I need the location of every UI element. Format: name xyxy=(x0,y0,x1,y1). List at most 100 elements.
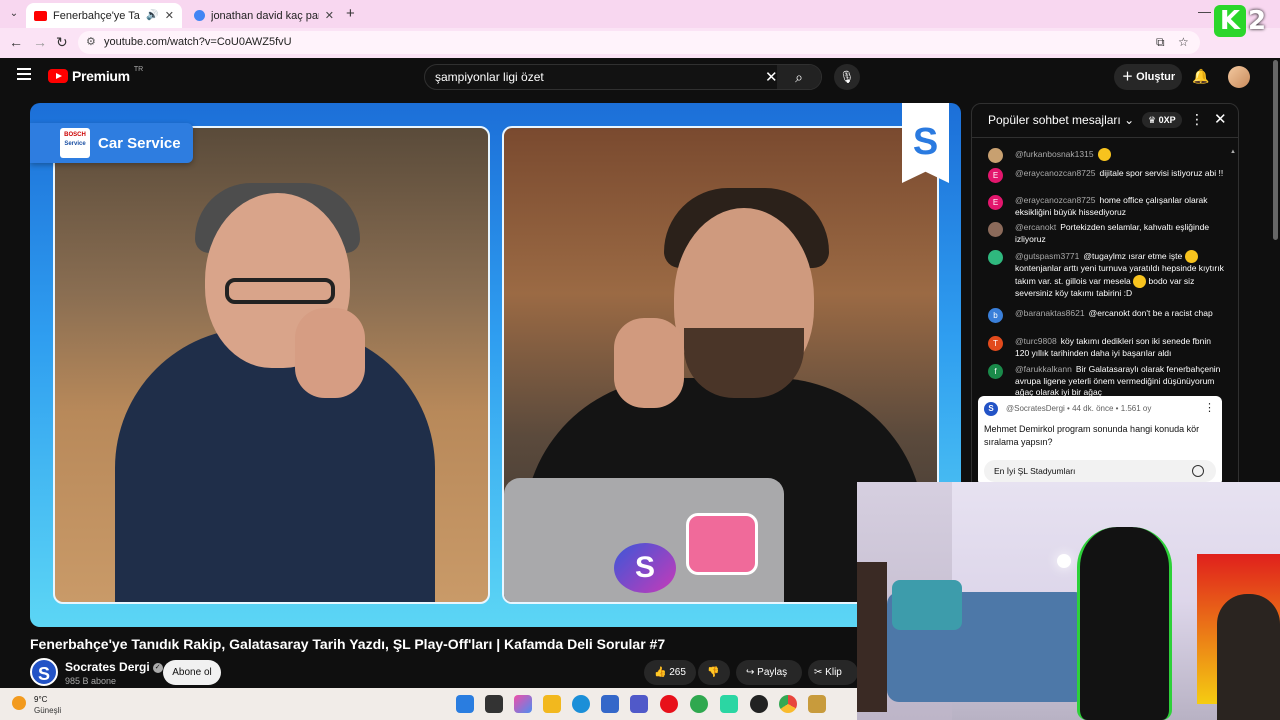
sun-icon xyxy=(12,696,26,710)
install-app-icon[interactable]: ⧉ xyxy=(1156,35,1165,50)
address-bar[interactable]: ⚙ youtube.com/watch?v=CoU0AWZ5fvU xyxy=(78,31,1200,54)
poll-option[interactable]: En İyi ŞL Stadyumları xyxy=(984,460,1216,482)
share-label: Paylaş xyxy=(757,667,788,678)
obs-icon[interactable] xyxy=(750,695,768,713)
poll-radio[interactable] xyxy=(1192,465,1204,477)
app-icon[interactable] xyxy=(720,695,738,713)
minimize-icon[interactable]: — xyxy=(1198,4,1211,19)
youtube-header: Premium TR şampiyonlar ligi özet ✕ ⌕ 🎙 ＋… xyxy=(0,58,1270,96)
user-avatar[interactable]: f xyxy=(988,364,1003,379)
teams-icon[interactable] xyxy=(630,695,648,713)
url-text: youtube.com/watch?v=CoU0AWZ5fvU xyxy=(104,36,292,48)
speaker-icon[interactable]: 🔊 xyxy=(146,10,158,21)
file-explorer-icon[interactable] xyxy=(543,695,561,713)
voice-search-icon[interactable]: 🎙 xyxy=(834,64,860,90)
chrome-profile-icon[interactable] xyxy=(690,695,708,713)
menu-icon[interactable] xyxy=(17,68,31,80)
video-player[interactable]: S BOSCH Service Car Service S xyxy=(30,103,961,627)
chat-message: E @eraycanozcan8725 home office çalışanla… xyxy=(988,195,1226,218)
user-avatar[interactable]: E xyxy=(988,195,1003,210)
message-author[interactable]: @ercanokt xyxy=(1015,222,1056,232)
bookmark-star-icon[interactable]: ☆ xyxy=(1178,35,1189,49)
user-avatar[interactable]: T xyxy=(988,336,1003,351)
user-avatar[interactable] xyxy=(988,222,1003,237)
user-avatar[interactable] xyxy=(988,250,1003,265)
copilot-icon[interactable] xyxy=(514,695,532,713)
video-left-panel xyxy=(53,126,490,604)
start-icon[interactable] xyxy=(456,695,474,713)
message-text: dijitale spor servisi istiyoruz abi !! xyxy=(1099,168,1224,178)
league-icon[interactable] xyxy=(808,695,826,713)
bosch-logo-subtext: Service xyxy=(64,141,86,147)
channel-name-text: Socrates Dergi xyxy=(65,660,150,674)
clip-button[interactable]: ✂ Klip xyxy=(808,660,858,685)
message-author[interactable]: @eraycanozcan8725 xyxy=(1015,168,1095,178)
message-author[interactable]: @baranaktas8621 xyxy=(1015,308,1085,318)
share-button[interactable]: ↪ Paylaş xyxy=(736,660,802,685)
chrome-icon[interactable] xyxy=(779,695,797,713)
webcam-dog xyxy=(1217,594,1280,720)
tab-title: Fenerbahçe'ye Tanıdık Rakip xyxy=(53,9,140,22)
scrollbar-thumb[interactable] xyxy=(1273,60,1278,240)
channel-name[interactable]: Socrates Dergi ✓ xyxy=(65,660,163,674)
like-button[interactable]: 👍 265 xyxy=(644,660,696,685)
channel-avatar[interactable]: S xyxy=(30,658,58,686)
message-text: @tugaylmz ısrar etme işte xyxy=(1083,250,1183,261)
close-tab-icon[interactable]: ✕ xyxy=(165,9,174,22)
account-avatar[interactable] xyxy=(1228,66,1250,88)
task-view-icon[interactable] xyxy=(485,695,503,713)
close-chat-icon[interactable]: ✕ xyxy=(1214,110,1227,128)
overlay-logo-letter: K xyxy=(1214,5,1246,37)
site-info-icon[interactable]: ⚙ xyxy=(86,31,96,54)
search-input[interactable]: şampiyonlar ligi özet xyxy=(435,70,544,84)
overlay-logo-number: 2 xyxy=(1248,6,1267,36)
chat-message: b @baranaktas8621 @ercanokt don't be a ra… xyxy=(988,308,1226,323)
forward-icon[interactable]: → xyxy=(33,34,47,50)
chat-scrollbar[interactable]: ▲ xyxy=(1230,140,1236,390)
opera-icon[interactable] xyxy=(660,695,678,713)
message-author[interactable]: @furkanbosnak1315 xyxy=(1015,149,1094,159)
notifications-bell-icon[interactable]: 🔔 xyxy=(1192,68,1209,85)
create-button[interactable]: ＋ Oluştur xyxy=(1114,64,1182,90)
logo-region: TR xyxy=(133,65,144,73)
logo-word: Premium xyxy=(72,68,130,84)
tab-title: jonathan david kaç para maaş xyxy=(211,9,319,22)
dislike-button[interactable]: 👎 xyxy=(698,660,730,685)
webcam-pillow xyxy=(892,580,962,630)
chat-message: @gutspasm3771 @tugaylmz ısrar etme işte k… xyxy=(988,250,1226,299)
new-tab-button[interactable]: + xyxy=(346,5,355,22)
poll-more-icon[interactable]: ⋮ xyxy=(1204,401,1215,414)
message-author[interactable]: @turc9808 xyxy=(1015,336,1057,346)
store-icon[interactable] xyxy=(601,695,619,713)
edge-icon[interactable] xyxy=(572,695,590,713)
browser-toolbar: ← → ↻ ⚙ youtube.com/watch?v=CoU0AWZ5fvU … xyxy=(0,28,1280,58)
message-author[interactable]: @gutspasm3771 xyxy=(1015,251,1079,261)
clip-label: Klip xyxy=(825,667,842,678)
poll-option-label: En İyi ŞL Stadyumları xyxy=(994,466,1076,476)
tab-youtube[interactable]: Fenerbahçe'ye Tanıdık Rakip 🔊 ✕ xyxy=(26,3,182,28)
subscribe-button[interactable]: Abone ol xyxy=(163,660,221,685)
clear-search-icon[interactable]: ✕ xyxy=(765,68,778,86)
search-button[interactable]: ⌕ xyxy=(777,65,821,89)
chat-mode-dropdown[interactable]: Popüler sohbet mesajları ⌄ xyxy=(988,113,1134,127)
user-avatar[interactable]: E xyxy=(988,168,1003,183)
xp-badge[interactable]: ♛ 0XP xyxy=(1142,112,1182,128)
user-avatar[interactable]: b xyxy=(988,308,1003,323)
chat-more-icon[interactable]: ⋮ xyxy=(1190,111,1204,128)
close-tab-icon[interactable]: ✕ xyxy=(325,9,334,22)
sponsor-banner: BOSCH Service Car Service xyxy=(30,123,193,163)
poll-channel-avatar: S xyxy=(984,402,998,416)
poll-question: Mehmet Demirkol program sonunda hangi ko… xyxy=(984,424,1200,447)
search-box[interactable]: şampiyonlar ligi özet ✕ ⌕ xyxy=(424,64,822,90)
webcam-light xyxy=(1057,554,1071,568)
reload-icon[interactable]: ↻ xyxy=(56,34,68,51)
weather-description: Güneşli xyxy=(34,706,62,715)
message-author[interactable]: @eraycanozcan8725 xyxy=(1015,195,1095,205)
tab-search-icon[interactable]: ⌄ xyxy=(6,6,22,22)
user-avatar[interactable] xyxy=(988,148,1003,163)
scroll-up-icon[interactable]: ▲ xyxy=(1230,149,1236,155)
message-author[interactable]: @farukkalkann xyxy=(1015,364,1072,374)
back-icon[interactable]: ← xyxy=(9,34,23,50)
tab-google[interactable]: jonathan david kaç para maaş ✕ xyxy=(186,3,342,28)
youtube-logo[interactable]: Premium TR xyxy=(48,65,144,84)
